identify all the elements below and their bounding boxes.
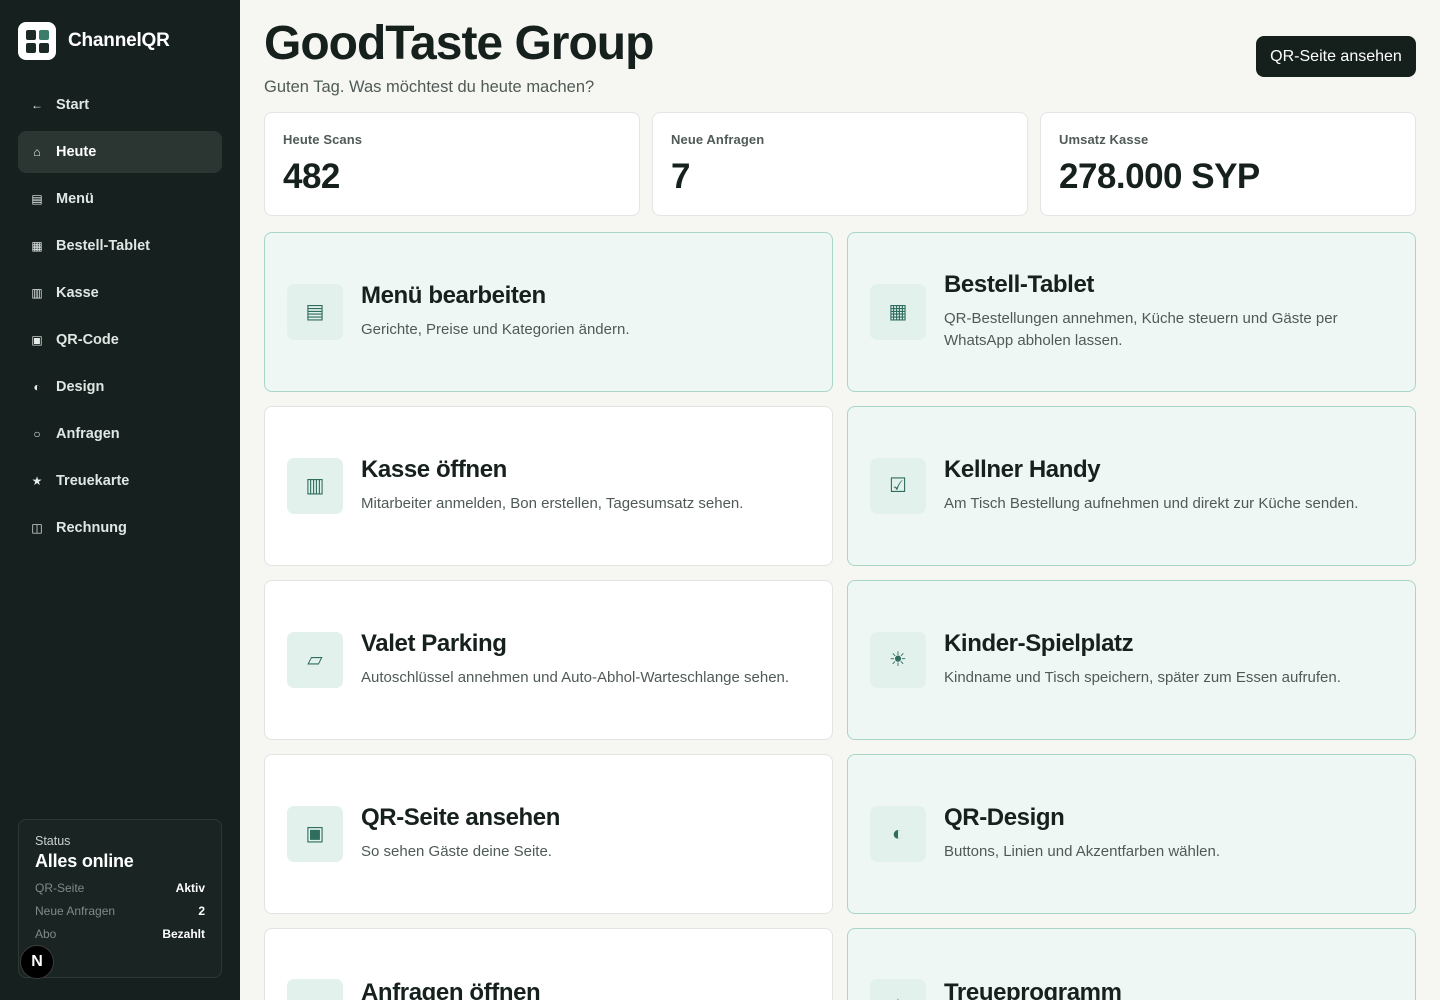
sidebar-item-treuekarte[interactable]: ★ Treuekarte: [18, 460, 222, 502]
brand[interactable]: ChannelQR: [18, 22, 170, 60]
status-kicker: Status: [35, 834, 71, 848]
card-kellner-handy[interactable]: ☑ Kellner Handy Am Tisch Bestellung aufn…: [847, 406, 1416, 566]
card-desc: Kindname und Tisch speichern, später zum…: [944, 668, 1341, 686]
star-icon: ★: [31, 474, 43, 488]
invoice-icon: ◫: [31, 521, 43, 535]
card-kasse-oeffnen[interactable]: ▥ Kasse öffnen Mitarbeiter anmelden, Bon…: [264, 406, 833, 566]
status-title: Alles online: [35, 851, 134, 871]
channelqr-logo-icon: [18, 22, 56, 60]
sidebar-item-rechnung[interactable]: ◫ Rechnung: [18, 507, 222, 549]
register-icon: ▥: [287, 458, 343, 514]
sidebar-item-kasse[interactable]: ▥ Kasse: [18, 272, 222, 314]
sidebar-item-label: Heute: [56, 144, 97, 160]
sidebar-item-label: Treuekarte: [56, 473, 130, 489]
sidebar-item-design[interactable]: ◐ Design: [18, 366, 222, 408]
stat-value: 482: [283, 157, 340, 196]
page-title: GoodTaste Group: [264, 17, 654, 70]
card-desc: Mitarbeiter anmelden, Bon erstellen, Tag…: [361, 494, 744, 512]
card-desc: QR-Bestellungen annehmen, Küche steuern …: [944, 309, 1338, 349]
card-desc: Buttons, Linien und Akzentfarben wählen.: [944, 842, 1221, 860]
page-subtitle: Guten Tag. Was möchtest du heute machen?: [264, 78, 595, 96]
sidebar-item-label: Design: [56, 379, 105, 395]
star-icon: ★: [870, 979, 926, 1000]
sidebar-item-start[interactable]: ← Start: [18, 84, 222, 126]
circle-icon: ○: [287, 979, 343, 1000]
card-kinder-spielplatz[interactable]: ☀ Kinder-Spielplatz Kindname und Tisch s…: [847, 580, 1416, 740]
card-desc: Autoschlüssel annehmen und Auto-Abhol-Wa…: [361, 668, 790, 686]
status-row-key: Abo: [35, 927, 57, 941]
sidebar-item-label: Start: [56, 97, 90, 113]
contrast-icon: ◐: [33, 380, 41, 394]
card-title: Anfragen öffnen: [361, 979, 541, 1000]
register-icon: ▥: [31, 286, 43, 300]
status-row-value: Aktiv: [175, 881, 205, 895]
card-valet-parking[interactable]: ▱ Valet Parking Autoschlüssel annehmen u…: [264, 580, 833, 740]
tablet-grid-icon: ▦: [31, 239, 43, 253]
sidebar-item-label: QR-Code: [56, 332, 119, 348]
sidebar: ChannelQR ← Start ⌂ Heute ▤ Menü ▦ Beste…: [0, 0, 240, 1000]
status-row-qr-seite: QR-Seite Aktiv: [35, 881, 205, 895]
status-row-key: Neue Anfragen: [35, 904, 116, 918]
circle-icon: ○: [33, 427, 41, 441]
stat-label: Heute Scans: [283, 132, 363, 147]
card-anfragen-oeffnen[interactable]: ○ Anfragen öffnen: [264, 928, 833, 1000]
sidebar-item-menu[interactable]: ▤ Menü: [18, 178, 222, 220]
card-title: Kasse öffnen: [361, 455, 507, 483]
qr-code-icon: ▣: [31, 333, 43, 347]
stat-value: 7: [671, 157, 690, 196]
stat-card-umsatz: Umsatz Kasse 278.000 SYP: [1040, 112, 1416, 216]
sun-icon: ☀: [870, 632, 926, 688]
menu-list-icon: ▤: [31, 192, 43, 206]
stat-label: Umsatz Kasse: [1059, 132, 1149, 147]
card-treueprogramm[interactable]: ★ Treueprogramm: [847, 928, 1416, 1000]
sidebar-item-qr-code[interactable]: ▣ QR-Code: [18, 319, 222, 361]
card-bestell-tablet[interactable]: ▦ Bestell-Tablet QR-Bestellungen annehme…: [847, 232, 1416, 392]
card-title: Kellner Handy: [944, 455, 1101, 483]
parking-ticket-icon: ▱: [287, 632, 343, 688]
sidebar-item-label: Menü: [56, 191, 94, 207]
card-desc: Gerichte, Preise und Kategorien ändern.: [361, 320, 630, 338]
brand-name: ChannelQR: [68, 30, 170, 51]
sidebar-nav: ← Start ⌂ Heute ▤ Menü ▦ Bestell-Tablet …: [18, 84, 222, 554]
sidebar-item-label: Kasse: [56, 285, 99, 301]
card-desc: Am Tisch Bestellung aufnehmen und direkt…: [944, 494, 1359, 512]
status-row-key: QR-Seite: [35, 881, 85, 895]
card-title: Treueprogramm: [944, 979, 1122, 1000]
view-qr-page-button[interactable]: QR-Seite ansehen: [1256, 36, 1416, 77]
sidebar-item-heute[interactable]: ⌂ Heute: [18, 131, 222, 173]
sidebar-item-bestell-tablet[interactable]: ▦ Bestell-Tablet: [18, 225, 222, 267]
status-row-value: Bezahlt: [162, 927, 205, 941]
card-qr-design[interactable]: ◐ QR-Design Buttons, Linien und Akzentfa…: [847, 754, 1416, 914]
card-title: Bestell-Tablet: [944, 270, 1094, 298]
sidebar-item-label: Anfragen: [56, 426, 120, 442]
status-row-abo: Abo Bezahlt: [35, 927, 205, 941]
status-row-value: 2: [198, 904, 205, 918]
sidebar-item-label: Bestell-Tablet: [56, 238, 151, 254]
card-title: QR-Seite ansehen: [361, 803, 560, 831]
card-desc: So sehen Gäste deine Seite.: [361, 842, 552, 860]
dev-tools-badge[interactable]: N: [20, 945, 54, 979]
status-row-neue-anfragen: Neue Anfragen 2: [35, 904, 205, 918]
card-title: Menü bearbeiten: [361, 281, 546, 309]
arrow-left-icon: ←: [31, 98, 43, 112]
qr-code-icon: ▣: [287, 806, 343, 862]
stat-value: 278.000 SYP: [1059, 157, 1260, 196]
card-title: QR-Design: [944, 803, 1065, 831]
stat-label: Neue Anfragen: [671, 132, 765, 147]
home-icon: ⌂: [33, 145, 41, 159]
stat-card-scans: Heute Scans 482: [264, 112, 640, 216]
sidebar-item-label: Rechnung: [56, 520, 127, 536]
card-qr-seite-ansehen[interactable]: ▣ QR-Seite ansehen So sehen Gäste deine …: [264, 754, 833, 914]
card-title: Kinder-Spielplatz: [944, 629, 1134, 657]
contrast-icon: ◐: [870, 806, 926, 862]
stat-card-anfragen: Neue Anfragen 7: [652, 112, 1028, 216]
menu-list-icon: ▤: [287, 284, 343, 340]
card-menu-bearbeiten[interactable]: ▤ Menü bearbeiten Gerichte, Preise und K…: [264, 232, 833, 392]
sidebar-item-anfragen[interactable]: ○ Anfragen: [18, 413, 222, 455]
tablet-grid-icon: ▦: [870, 284, 926, 340]
checkbox-icon: ☑: [870, 458, 926, 514]
card-title: Valet Parking: [361, 629, 507, 657]
